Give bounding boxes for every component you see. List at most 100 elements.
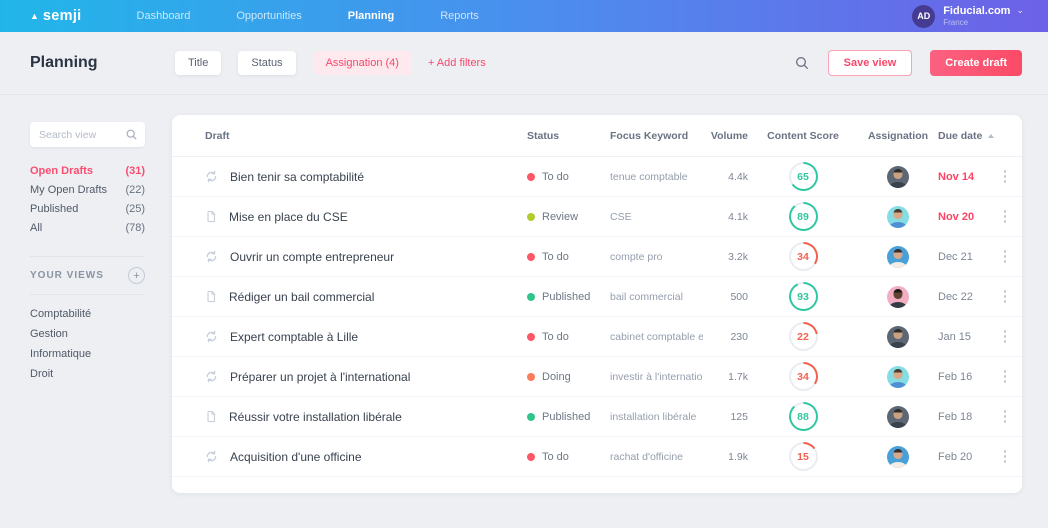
sidebar-view-informatique[interactable]: Informatique — [30, 344, 172, 364]
table-row[interactable]: Expert comptable à LilleTo docabinet com… — [172, 317, 1022, 357]
content-score-value: 15 — [791, 444, 816, 469]
row-menu-icon[interactable] — [1001, 207, 1010, 226]
content-score-ring: 65 — [789, 162, 818, 191]
sidebar-item-published[interactable]: Published (25) — [30, 199, 145, 218]
status-dot-icon — [527, 453, 535, 461]
status-label: Published — [542, 411, 590, 423]
sort-asc-icon — [988, 134, 994, 138]
chevron-down-icon: ⌄ — [1016, 5, 1024, 15]
table-row[interactable]: Acquisition d'une officineTo dorachat d'… — [172, 437, 1022, 477]
status-label: To do — [542, 171, 569, 183]
filter-chips: Title Status Assignation (4) — [175, 51, 412, 75]
status-cell: To do — [527, 171, 610, 183]
table-row[interactable]: Préparer un projet à l'internationalDoin… — [172, 357, 1022, 397]
page-content: Open Drafts(31)My Open Drafts(22)Publish… — [0, 95, 1048, 493]
account-menu[interactable]: AD Fiducial.com ⌄ France — [912, 5, 1024, 28]
status-dot-icon — [527, 213, 535, 221]
sidebar-quick-views: Open Drafts(31)My Open Drafts(22)Publish… — [30, 161, 172, 237]
status-cell: Published — [527, 291, 610, 303]
column-header-volume[interactable]: Volume — [703, 130, 748, 142]
search-icon[interactable] — [794, 55, 810, 71]
create-draft-button[interactable]: Create draft — [930, 50, 1022, 76]
due-date: Dec 21 — [938, 251, 998, 263]
table-header-row: Draft StatusFocus Keyword VolumeContent Sc… — [172, 115, 1022, 157]
due-date: Feb 16 — [938, 371, 998, 383]
page-header: Planning Title Status Assignation (4) + Ad… — [0, 32, 1048, 95]
table-row[interactable]: Bien tenir sa comptabilitéTo dotenue com… — [172, 157, 1022, 197]
row-menu-icon[interactable] — [1001, 287, 1010, 306]
status-label: To do — [542, 331, 569, 343]
sidebar-view-comptabilit[interactable]: Comptabilité — [30, 304, 172, 324]
row-menu-icon[interactable] — [1001, 367, 1010, 386]
drafts-table-card: Draft StatusFocus Keyword VolumeContent Sc… — [172, 115, 1022, 493]
assignee-avatar[interactable] — [887, 206, 909, 228]
nav-item-planning[interactable]: Planning — [348, 10, 394, 22]
document-icon — [205, 290, 217, 303]
column-header-label: Draft — [205, 130, 230, 142]
nav-item-opportunities[interactable]: Opportunities — [236, 10, 301, 22]
volume: 1.7k — [703, 371, 748, 383]
sidebar-item-all[interactable]: All (78) — [30, 218, 145, 237]
filter-chip-status[interactable]: Status — [238, 51, 295, 75]
sidebar-view-droit[interactable]: Droit — [30, 364, 172, 384]
focus-keyword: CSE — [610, 211, 703, 223]
column-header-assignation[interactable]: Assignation — [858, 130, 938, 142]
sidebar-item-count: (31) — [125, 165, 145, 177]
column-header-due-date[interactable]: Due date — [938, 130, 998, 142]
content-score-value: 65 — [791, 164, 816, 189]
add-filters-link[interactable]: + Add filters — [428, 57, 486, 69]
table-row[interactable]: Rédiger un bail commercialPublishedbail … — [172, 277, 1022, 317]
semji-logo[interactable]: ▲ semji — [30, 8, 82, 24]
table-row[interactable]: Réussir votre installation libéralePubli… — [172, 397, 1022, 437]
content-score-ring: 34 — [789, 242, 818, 271]
sidebar-item-open-drafts[interactable]: Open Drafts (31) — [30, 161, 145, 180]
sidebar-item-my-open-drafts[interactable]: My Open Drafts(22) — [30, 180, 145, 199]
status-cell: Review — [527, 211, 610, 223]
assignee-avatar[interactable] — [887, 246, 909, 268]
add-view-button[interactable]: + — [128, 267, 145, 284]
sidebar-item-label: Published — [30, 203, 78, 215]
sidebar-item-count: (78) — [125, 222, 145, 234]
document-icon — [205, 210, 217, 223]
focus-keyword: cabinet comptable expertise — [610, 331, 703, 343]
column-header-label: Volume — [711, 130, 748, 142]
column-header-label: Due date — [938, 130, 982, 142]
sidebar-item-count: (25) — [125, 203, 145, 215]
nav-item-dashboard[interactable]: Dashboard — [137, 10, 191, 22]
account-avatar: AD — [912, 5, 935, 28]
row-menu-icon[interactable] — [1001, 407, 1010, 426]
column-header-content-score[interactable]: Content Score — [748, 130, 858, 142]
column-header-draft[interactable]: Draft — [205, 130, 527, 142]
status-cell: Doing — [527, 371, 610, 383]
draft-title: Ouvrir un compte entrepreneur — [230, 250, 394, 264]
sidebar-item-label: Open Drafts — [30, 165, 93, 177]
assignee-avatar[interactable] — [887, 366, 909, 388]
assignee-avatar[interactable] — [887, 446, 909, 468]
status-dot-icon — [527, 173, 535, 181]
your-views-title: YOUR VIEWS — [30, 270, 104, 281]
volume: 500 — [703, 291, 748, 303]
nav-item-reports[interactable]: Reports — [440, 10, 479, 22]
save-view-button[interactable]: Save view — [828, 50, 913, 76]
table-row[interactable]: Ouvrir un compte entrepreneurTo docompte… — [172, 237, 1022, 277]
assignee-avatar[interactable] — [887, 286, 909, 308]
sidebar-item-label: All — [30, 222, 42, 234]
table-row[interactable]: Mise en place du CSEReviewCSE4.1k89Nov 2… — [172, 197, 1022, 237]
page-title: Planning — [30, 54, 175, 72]
status-label: Review — [542, 211, 578, 223]
row-menu-icon[interactable] — [1001, 247, 1010, 266]
row-menu-icon[interactable] — [1001, 167, 1010, 186]
assignee-avatar[interactable] — [887, 406, 909, 428]
row-menu-icon[interactable] — [1001, 447, 1010, 466]
sidebar-view-gestion[interactable]: Gestion — [30, 324, 172, 344]
filter-chip-assignation-4[interactable]: Assignation (4) — [313, 51, 412, 75]
column-header-focus-keyword[interactable]: Focus Keyword — [610, 130, 703, 142]
content-score-value: 34 — [791, 244, 816, 269]
column-header-status[interactable]: Status — [527, 130, 610, 142]
account-name: Fiducial.com — [943, 5, 1010, 18]
assignee-avatar[interactable] — [887, 326, 909, 348]
assignee-avatar[interactable] — [887, 166, 909, 188]
filter-chip-title[interactable]: Title — [175, 51, 221, 75]
due-date: Feb 20 — [938, 451, 998, 463]
row-menu-icon[interactable] — [1001, 327, 1010, 346]
